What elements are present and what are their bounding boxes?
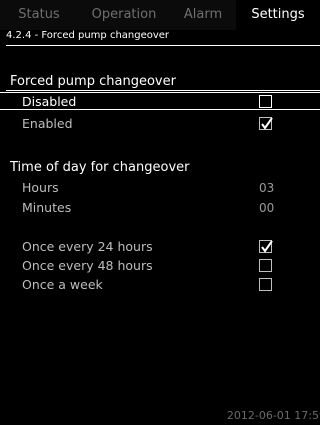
- option-label: Once every 24 hours: [22, 239, 153, 254]
- section-divider: [6, 90, 320, 91]
- tab-bar: Status Operation Alarm Settings: [0, 0, 320, 30]
- checkmark-icon: [261, 117, 273, 130]
- section-title-changeover: Forced pump changeover: [10, 74, 176, 89]
- checkbox-disabled[interactable]: [259, 95, 272, 108]
- hours-label: Hours: [22, 180, 59, 195]
- hours-row[interactable]: Hours 03: [0, 179, 320, 197]
- option-label: Once every 48 hours: [22, 258, 153, 273]
- tab-alarm[interactable]: Alarm: [170, 0, 236, 30]
- option-enabled[interactable]: Enabled: [0, 115, 320, 133]
- option-disabled[interactable]: Disabled: [0, 92, 320, 110]
- tab-operation[interactable]: Operation: [78, 0, 170, 30]
- checkbox-48-hours[interactable]: [259, 259, 272, 272]
- minutes-label: Minutes: [22, 200, 72, 215]
- breadcrumb: 4.2.4 - Forced pump changeover: [6, 30, 170, 41]
- option-label: Once a week: [22, 277, 103, 292]
- option-label: Disabled: [22, 94, 77, 109]
- hours-value[interactable]: 03: [259, 179, 274, 197]
- checkbox-enabled[interactable]: [259, 117, 273, 130]
- option-week[interactable]: Once a week: [0, 276, 320, 294]
- option-24-hours[interactable]: Once every 24 hours: [0, 238, 320, 256]
- minutes-row[interactable]: Minutes 00: [0, 199, 320, 217]
- tab-settings[interactable]: Settings: [236, 0, 320, 30]
- tab-status[interactable]: Status: [0, 0, 78, 30]
- section-title-time: Time of day for changeover: [10, 160, 190, 175]
- header-divider: [6, 45, 320, 46]
- option-48-hours[interactable]: Once every 48 hours: [0, 257, 320, 275]
- timestamp: 2012-06-01 17:59: [226, 409, 320, 422]
- checkbox-week[interactable]: [259, 278, 272, 291]
- option-label: Enabled: [22, 116, 73, 131]
- checkbox-24-hours[interactable]: [259, 240, 273, 253]
- minutes-value[interactable]: 00: [259, 199, 274, 217]
- checkmark-icon: [261, 240, 273, 253]
